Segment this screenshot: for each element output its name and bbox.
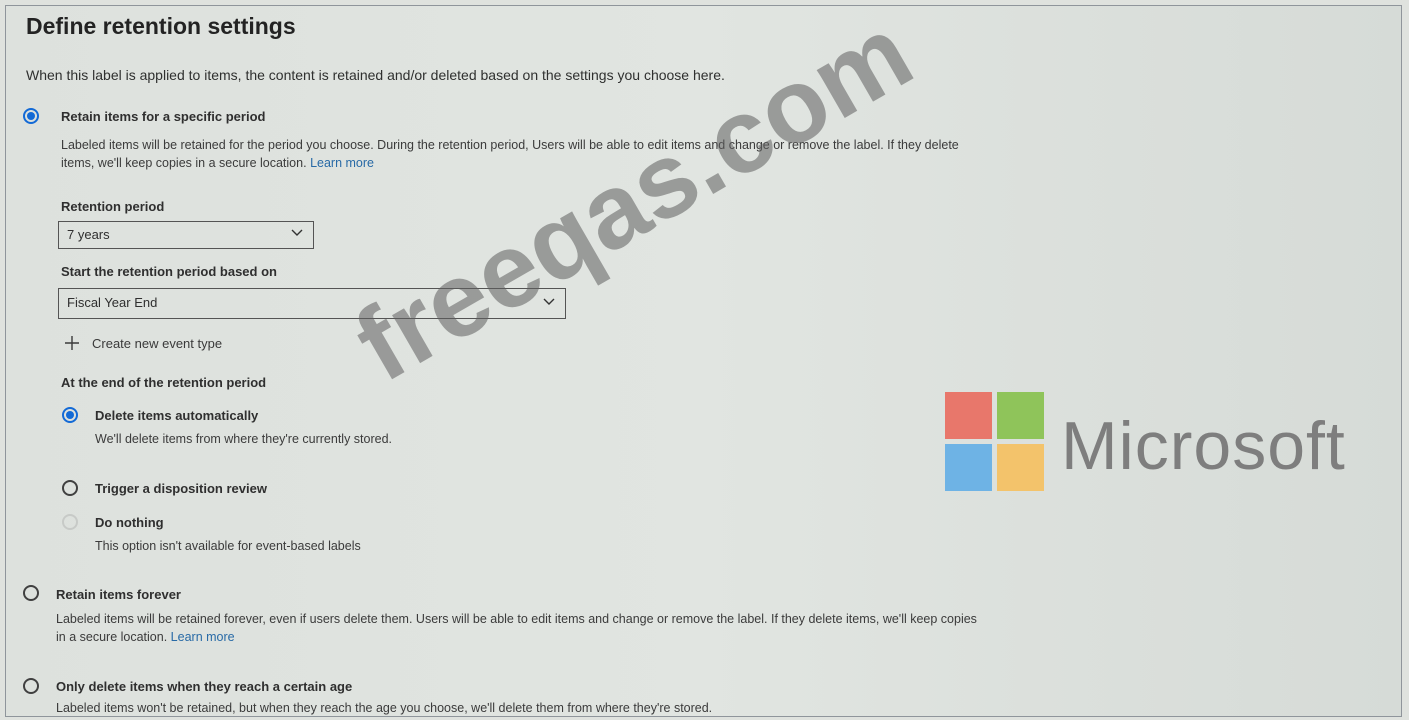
microsoft-logo-text: Microsoft bbox=[1061, 408, 1346, 484]
do-nothing-radio bbox=[62, 514, 78, 530]
retain-forever-radio[interactable] bbox=[23, 585, 39, 601]
page-description: When this label is applied to items, the… bbox=[26, 67, 725, 83]
page-title: Define retention settings bbox=[26, 13, 296, 39]
disposition-review-radio[interactable] bbox=[62, 480, 78, 496]
chevron-down-icon bbox=[291, 229, 303, 236]
start-retention-label: Start the retention period based on bbox=[61, 264, 277, 279]
retention-settings-panel: Define retention settings When this labe… bbox=[5, 5, 1402, 717]
only-delete-radio[interactable] bbox=[23, 678, 39, 694]
retention-period-value: 7 years bbox=[67, 227, 110, 242]
retain-forever-desc-line1: Labeled items will be retained forever, … bbox=[56, 612, 977, 626]
learn-more-link[interactable]: Learn more bbox=[171, 630, 235, 644]
only-delete-label: Only delete items when they reach a cert… bbox=[56, 679, 353, 694]
start-retention-value: Fiscal Year End bbox=[67, 295, 158, 310]
delete-automatically-label: Delete items automatically bbox=[95, 408, 259, 423]
delete-automatically-description: We'll delete items from where they're cu… bbox=[95, 432, 393, 446]
retention-period-label: Retention period bbox=[61, 199, 165, 214]
retain-specific-period-label: Retain items for a specific period bbox=[61, 109, 266, 124]
do-nothing-description: This option isn't available for event-ba… bbox=[95, 539, 361, 553]
only-delete-description: Labeled items won't be retained, but whe… bbox=[56, 701, 713, 715]
learn-more-link[interactable]: Learn more bbox=[310, 156, 374, 170]
plus-icon bbox=[65, 336, 79, 350]
retain-forever-desc-line2: in a secure location. Learn more bbox=[56, 628, 1396, 646]
end-of-period-label: At the end of the retention period bbox=[61, 375, 267, 390]
microsoft-logo-red-square bbox=[945, 392, 992, 439]
retention-period-dropdown[interactable]: 7 years bbox=[58, 221, 314, 249]
delete-automatically-radio[interactable] bbox=[62, 407, 78, 423]
create-event-type-label: Create new event type bbox=[92, 335, 223, 351]
retain-specific-period-radio[interactable] bbox=[23, 108, 39, 124]
retain-forever-label: Retain items forever bbox=[56, 587, 181, 602]
retain-forever-description: Labeled items will be retained forever, … bbox=[56, 610, 1396, 646]
microsoft-logo-green-square bbox=[997, 392, 1044, 439]
retain-forever-desc-text: in a secure location. bbox=[56, 630, 168, 644]
create-event-type-button[interactable]: Create new event type bbox=[64, 334, 222, 352]
disposition-review-label: Trigger a disposition review bbox=[95, 481, 267, 496]
do-nothing-label: Do nothing bbox=[95, 515, 164, 530]
microsoft-logo-yellow-square bbox=[997, 444, 1044, 491]
watermark: freeqas.com bbox=[336, 5, 931, 405]
microsoft-logo-blue-square bbox=[945, 444, 992, 491]
retain-specific-desc-text: items, we'll keep copies in a secure loc… bbox=[61, 156, 307, 170]
